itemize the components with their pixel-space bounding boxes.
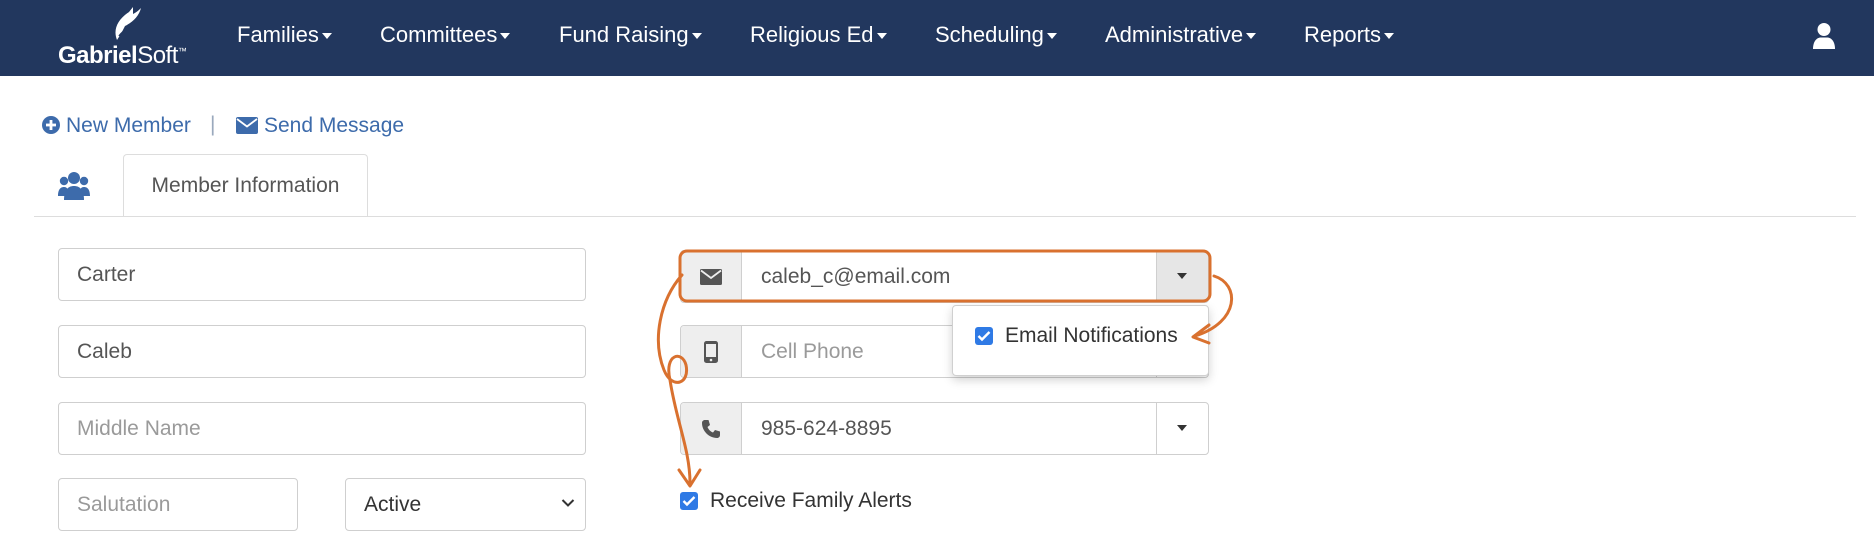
caret-down-icon xyxy=(321,33,332,40)
nav-reports[interactable]: Reports xyxy=(1304,22,1395,48)
nav-fund-raising[interactable]: Fund Raising xyxy=(559,22,702,48)
user-icon[interactable] xyxy=(1812,22,1836,50)
annotation-arrowhead xyxy=(677,468,702,488)
phone-icon xyxy=(702,419,720,438)
caret-down-icon xyxy=(500,33,511,40)
cell-phone-input[interactable]: Cell Phone xyxy=(761,326,864,377)
caret-down-icon xyxy=(876,33,887,40)
tab-divider xyxy=(34,216,1856,217)
check-icon xyxy=(682,496,696,507)
phone-input-group: 985-624-8895 xyxy=(680,402,1209,455)
nav-committees[interactable]: Committees xyxy=(380,22,511,48)
logo-wordmark: GabrielSoft™ xyxy=(58,42,187,69)
caret-down-icon xyxy=(1177,273,1187,279)
nav-religious-ed[interactable]: Religious Ed xyxy=(750,22,887,48)
first-name-field[interactable]: Caleb xyxy=(58,325,586,378)
phone-options-button[interactable] xyxy=(1156,403,1208,454)
last-name-field[interactable]: Carter xyxy=(58,248,586,301)
envelope-icon xyxy=(700,268,722,285)
receive-family-alerts-checkbox[interactable] xyxy=(680,492,698,510)
email-addon xyxy=(681,251,742,302)
email-notifications-label: Email Notifications xyxy=(1005,324,1178,347)
email-options-menu: Email Notifications xyxy=(952,305,1209,376)
email-input-group: caleb_c@email.com xyxy=(680,250,1209,303)
send-message-link[interactable]: Send Message xyxy=(236,114,404,138)
receive-family-alerts-option[interactable]: Receive Family Alerts xyxy=(680,489,912,513)
caret-down-icon xyxy=(1246,33,1257,40)
users-icon[interactable] xyxy=(58,170,90,200)
envelope-icon xyxy=(236,117,258,134)
email-notifications-option[interactable]: Email Notifications xyxy=(975,324,1178,348)
phone-addon xyxy=(681,403,742,454)
top-navbar: GabrielSoft™ Families Committees Fund Ra… xyxy=(0,0,1874,76)
email-input[interactable]: caleb_c@email.com xyxy=(761,251,950,302)
caret-down-icon xyxy=(1177,425,1187,431)
receive-family-alerts-label: Receive Family Alerts xyxy=(710,489,912,512)
salutation-field[interactable]: Salutation xyxy=(58,478,298,531)
mobile-icon xyxy=(704,340,718,363)
tab-member-information[interactable]: Member Information xyxy=(123,154,368,217)
status-select[interactable]: Active xyxy=(345,478,586,531)
action-separator: | xyxy=(210,113,216,136)
check-icon xyxy=(977,331,991,342)
new-member-link[interactable]: New Member xyxy=(42,114,191,138)
plus-circle-icon xyxy=(42,116,60,134)
phone-input[interactable]: 985-624-8895 xyxy=(761,403,892,454)
middle-name-field[interactable]: Middle Name xyxy=(58,402,586,455)
email-options-button[interactable] xyxy=(1156,251,1208,302)
caret-down-icon xyxy=(1384,33,1395,40)
email-notifications-checkbox[interactable] xyxy=(975,327,993,345)
cell-phone-addon xyxy=(681,326,742,377)
nav-administrative[interactable]: Administrative xyxy=(1105,22,1257,48)
caret-down-icon xyxy=(691,33,702,40)
caret-down-icon xyxy=(1046,33,1057,40)
nav-families[interactable]: Families xyxy=(237,22,332,48)
gabrielsoft-logo[interactable]: GabrielSoft™ xyxy=(58,6,198,69)
status-select-value: Active xyxy=(364,493,422,516)
nav-scheduling[interactable]: Scheduling xyxy=(935,22,1057,48)
dove-logo-icon xyxy=(115,7,141,40)
chevron-down-icon xyxy=(561,499,575,507)
